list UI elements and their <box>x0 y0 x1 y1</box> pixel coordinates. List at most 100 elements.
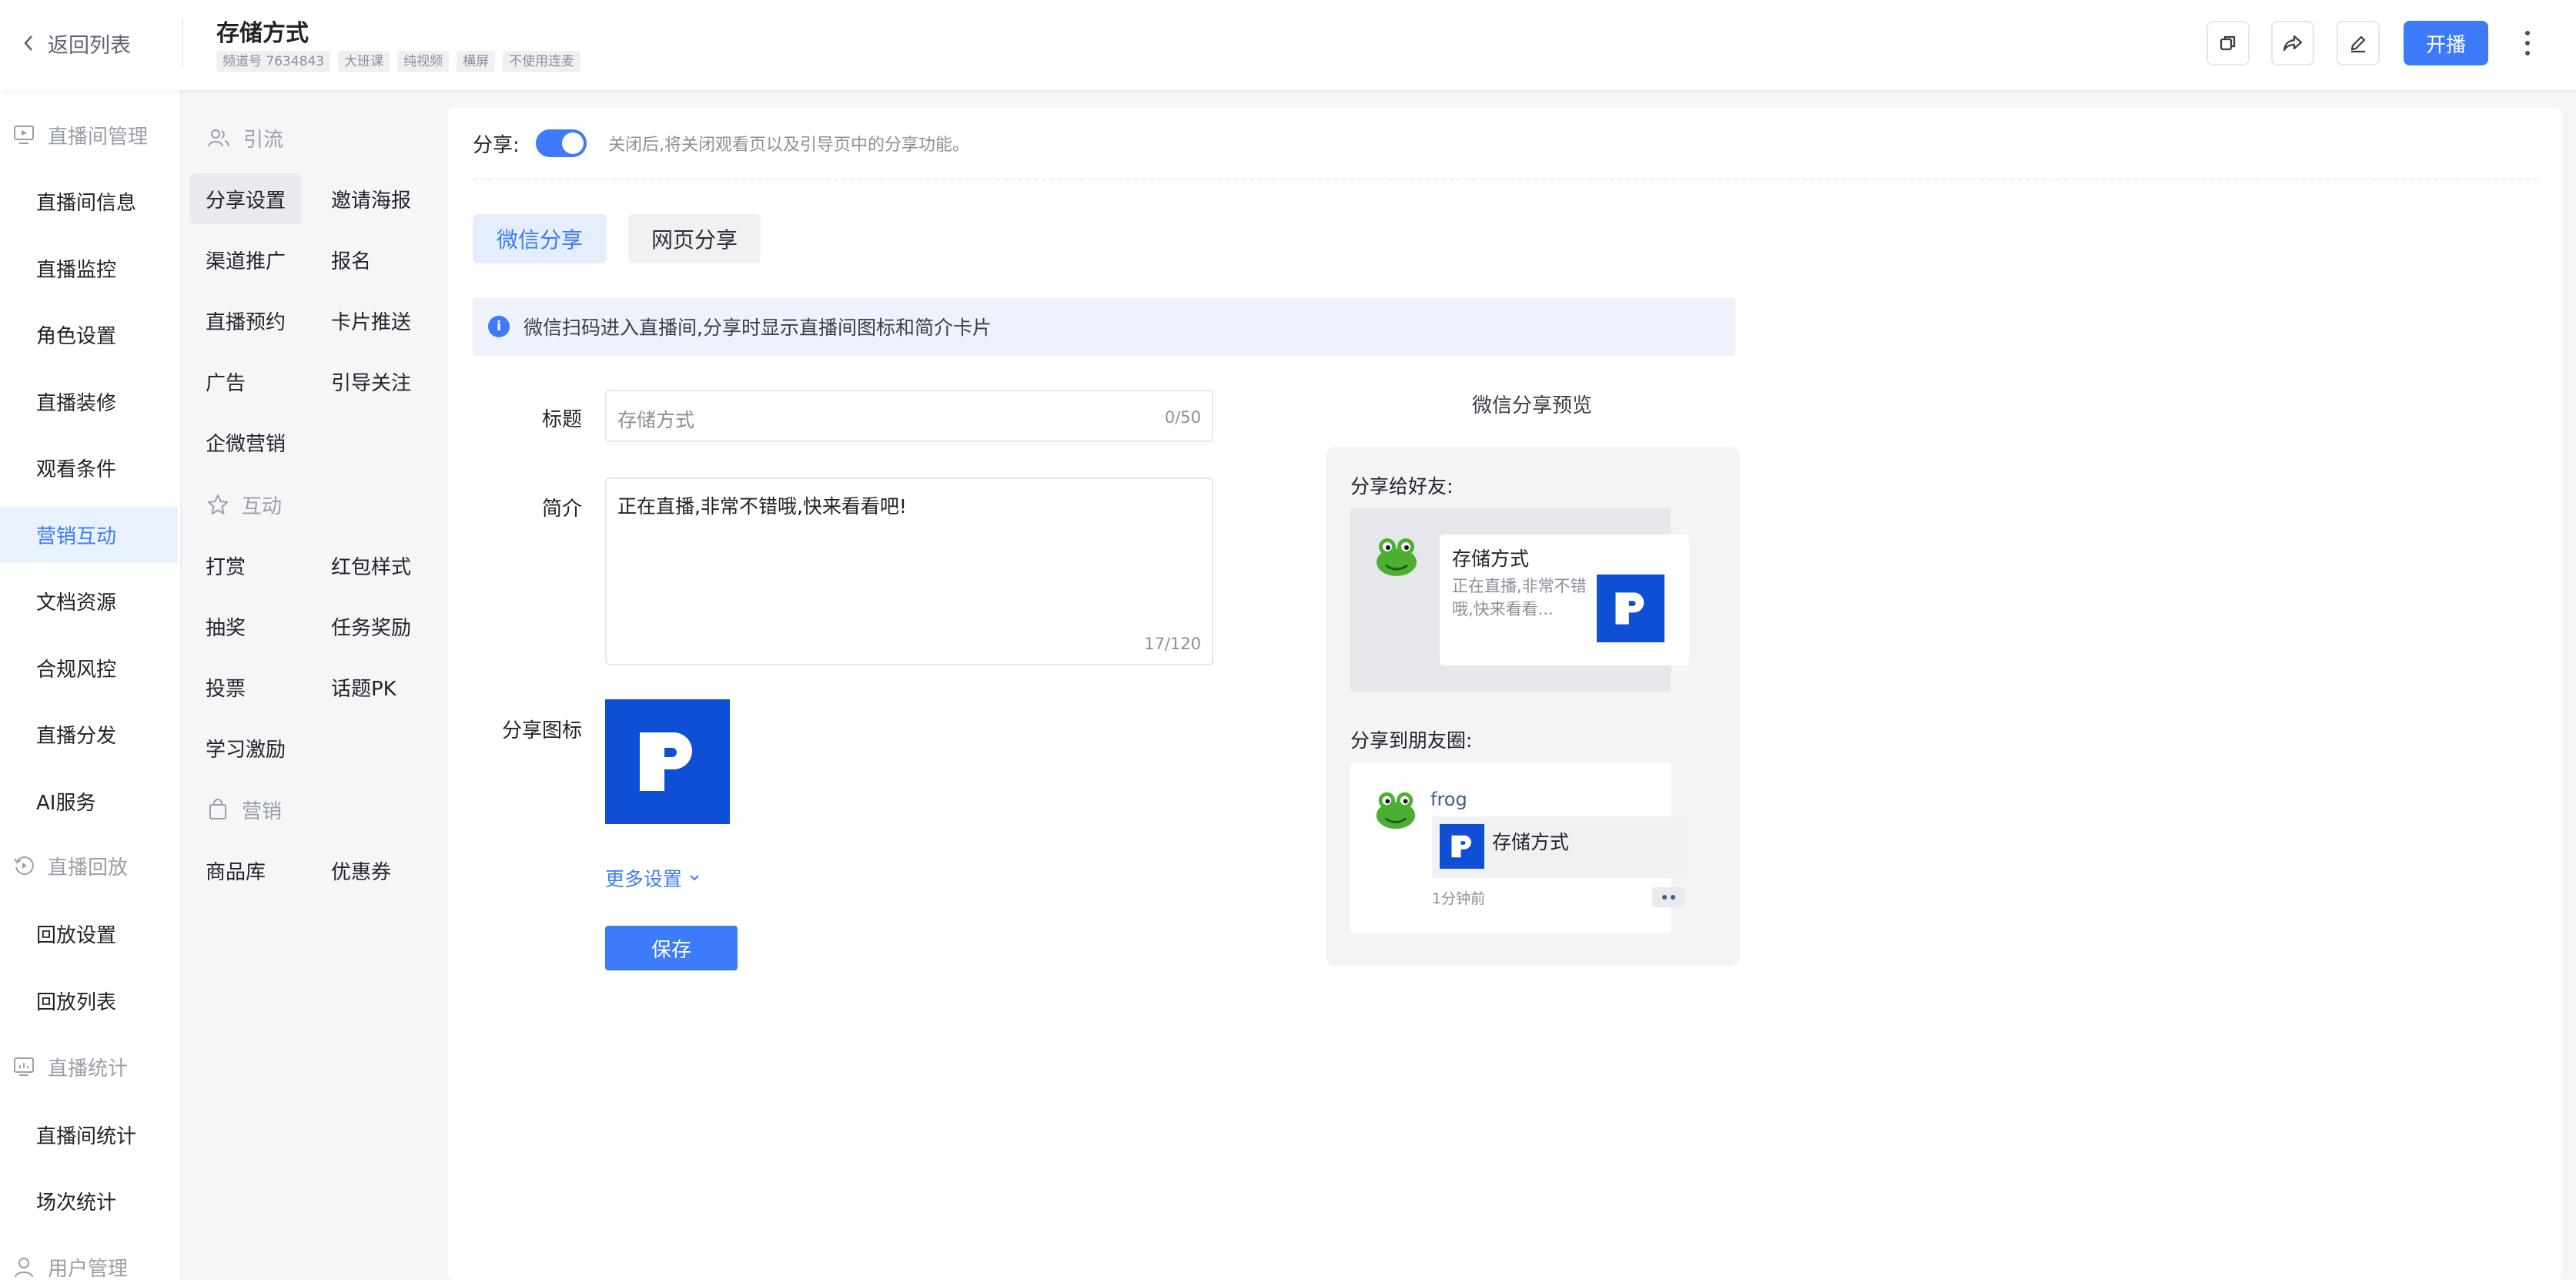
dot-icon <box>2525 41 2530 45</box>
sidebar-item-marketing[interactable]: 营销互动 <box>0 507 178 562</box>
sidebar-group-users: 用户管理 <box>12 1252 128 1280</box>
title-label: 标题 <box>541 408 582 431</box>
submenu-item-signup[interactable]: 报名 <box>316 234 386 285</box>
moments-time: 1分钟前 <box>1432 890 1486 907</box>
sidebar-item-distribution[interactable]: 直播分发 <box>0 706 178 762</box>
copy-icon <box>2220 35 2236 51</box>
sidebar-item-ai-service[interactable]: AI服务 <box>0 773 178 829</box>
submenu-item-tipping[interactable]: 打赏 <box>190 540 261 591</box>
submenu-item-task-reward[interactable]: 任务奖励 <box>316 601 427 652</box>
sidebar-group-label: 直播统计 <box>48 1057 129 1081</box>
submenu-item-reservation[interactable]: 直播预约 <box>190 295 301 346</box>
chart-icon <box>14 1057 34 1076</box>
back-label: 返回列表 <box>48 33 131 58</box>
moments-card-icon <box>1440 824 1484 869</box>
submenu-group-label: 互动 <box>242 494 283 518</box>
user-icon <box>15 1258 33 1278</box>
dot-icon <box>1661 895 1667 900</box>
moments-username: frog <box>1430 789 1467 810</box>
submenu-item-share-settings[interactable]: 分享设置 <box>190 173 302 224</box>
go-live-button[interactable]: 开播 <box>2404 21 2488 65</box>
sidebar-item-documents[interactable]: 文档资源 <box>0 573 178 628</box>
header-divider <box>182 18 183 66</box>
monitor-icon <box>14 126 34 144</box>
intro-label: 简介 <box>541 498 582 521</box>
toggle-knob <box>562 132 584 154</box>
main-sidebar: 直播间管理 直播间信息 直播监控 角色设置 直播装修 观看条件 营销互动 文档资… <box>0 90 182 1280</box>
share-button[interactable] <box>2271 21 2314 65</box>
submenu-item-product-library[interactable]: 商品库 <box>190 845 281 896</box>
share-icon-label: 分享图标 <box>501 719 582 742</box>
bag-icon <box>209 799 226 819</box>
submenu-item-card-push[interactable]: 卡片推送 <box>316 295 427 346</box>
submenu-item-invite-poster[interactable]: 邀请海报 <box>316 173 427 224</box>
friend-card-icon <box>1597 575 1664 642</box>
pencil-icon <box>2350 35 2366 53</box>
copy-button[interactable] <box>2206 21 2250 65</box>
friend-card-desc: 正在直播,非常不错哦,快来看看... <box>1452 577 1587 618</box>
share-icon <box>2283 35 2303 52</box>
tab-web-share[interactable]: 网页分享 <box>628 214 761 263</box>
sidebar-item-compliance[interactable]: 合规风控 <box>0 640 178 695</box>
back-to-list-button[interactable]: 返回列表 <box>23 28 131 59</box>
submenu-item-learning-incentive[interactable]: 学习激励 <box>190 722 301 773</box>
sidebar-group-live-room: 直播间管理 <box>12 119 148 150</box>
chevron-left-icon <box>24 35 32 51</box>
users-icon <box>208 129 229 147</box>
brand-logo-icon <box>1615 592 1644 625</box>
brand-logo-icon <box>640 732 692 791</box>
sidebar-item-replay-settings[interactable]: 回放设置 <box>0 906 178 961</box>
share-label: 分享: <box>473 133 520 157</box>
submenu-item-topic-pk[interactable]: 话题PK <box>316 662 412 712</box>
moments-card-title: 存储方式 <box>1492 831 1570 853</box>
submenu-group-label: 营销 <box>242 799 283 823</box>
intro-textarea[interactable]: 正在直播,非常不错哦,快来看看吧! 17/120 <box>605 477 1213 665</box>
video-type-tag: 纯视频 <box>397 51 450 72</box>
dot-icon <box>2525 51 2530 55</box>
save-button[interactable]: 保存 <box>605 926 738 970</box>
submenu-item-follow-guide[interactable]: 引导关注 <box>316 356 427 407</box>
frog-avatar <box>1372 531 1421 581</box>
channel-id-tag: 频道号 7634843 <box>216 51 331 72</box>
submenu-item-redpacket-style[interactable]: 红包样式 <box>316 540 427 591</box>
share-icon-upload[interactable] <box>605 699 730 824</box>
submenu-group-sales: 营销 <box>206 794 282 825</box>
submenu-item-lottery[interactable]: 抽奖 <box>190 601 261 652</box>
title-input[interactable]: 存储方式 0/50 <box>605 390 1213 442</box>
chevron-down-icon <box>690 875 699 881</box>
sidebar-item-session-stats[interactable]: 场次统计 <box>0 1173 178 1228</box>
channel-tags: 频道号 7634843 大班课 纯视频 横屏 不使用连麦 <box>216 51 581 72</box>
friend-share-card: 存储方式 正在直播,非常不错哦,快来看看... <box>1440 534 1689 665</box>
title-placeholder: 存储方式 <box>617 409 695 431</box>
submenu-item-vote[interactable]: 投票 <box>190 662 261 712</box>
moments-more-button <box>1652 887 1684 907</box>
tab-wechat-share[interactable]: 微信分享 <box>473 214 607 263</box>
sidebar-item-roles[interactable]: 角色设置 <box>0 307 178 362</box>
sidebar-item-decoration[interactable]: 直播装修 <box>0 374 178 429</box>
mic-link-tag: 不使用连麦 <box>503 51 581 72</box>
sidebar-group-label: 直播回放 <box>48 856 129 880</box>
submenu-item-ads[interactable]: 广告 <box>190 356 261 407</box>
frog-avatar-icon <box>1377 538 1417 576</box>
divider <box>473 179 2538 180</box>
edit-button[interactable] <box>2337 21 2380 65</box>
more-settings-link[interactable]: 更多设置 <box>605 864 701 892</box>
star-icon <box>208 494 228 514</box>
moments-share-label: 分享到朋友圈: <box>1350 729 1473 752</box>
share-toggle[interactable] <box>536 129 587 157</box>
submenu-item-channel-promo[interactable]: 渠道推广 <box>190 234 301 285</box>
sidebar-item-room-info[interactable]: 直播间信息 <box>0 173 178 229</box>
info-text: 微信扫码进入直播间,分享时显示直播间图标和简介卡片 <box>524 317 992 339</box>
submenu-group-label: 引流 <box>243 128 284 152</box>
sidebar-item-room-stats[interactable]: 直播间统计 <box>0 1107 178 1162</box>
sidebar-item-monitor[interactable]: 直播监控 <box>0 240 178 296</box>
sidebar-item-replay-list[interactable]: 回放列表 <box>0 973 178 1028</box>
submenu-item-coupons[interactable]: 优惠券 <box>316 845 406 896</box>
sidebar-item-watch-conditions[interactable]: 观看条件 <box>0 440 178 495</box>
class-type-tag: 大班课 <box>338 51 390 72</box>
submenu-item-wecom-marketing[interactable]: 企微营销 <box>190 417 301 467</box>
dot-icon <box>1670 895 1675 900</box>
more-menu-button[interactable] <box>2516 23 2539 63</box>
sidebar-group-replay: 直播回放 <box>12 850 128 881</box>
sidebar-group-label: 用户管理 <box>48 1257 129 1280</box>
